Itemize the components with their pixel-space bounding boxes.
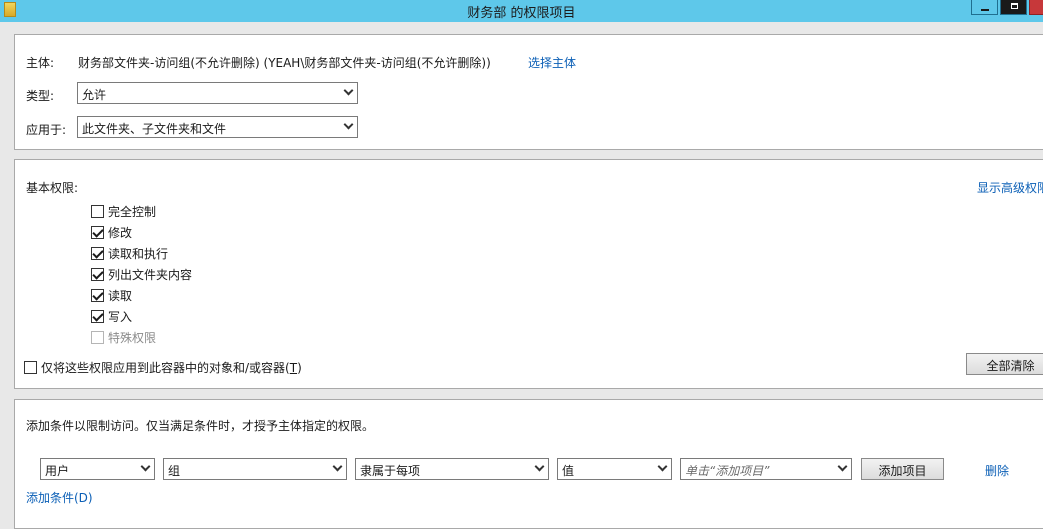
permission-checkbox[interactable] [91,268,104,281]
permission-checkbox[interactable] [91,289,104,302]
title-bar: 财务部 的权限项目 [0,0,1043,22]
permission-checkbox[interactable] [91,247,104,260]
attribute-value: 组 [168,464,181,478]
basic-permissions-label: 基本权限: [26,181,79,195]
add-items-button[interactable]: 添加项目 [861,458,944,480]
principal-label: 主体: [26,56,55,70]
type-label: 类型: [26,89,55,103]
applies-to-select-value: 此文件夹、子文件夹和文件 [82,122,227,136]
add-condition-link[interactable]: 添加条件(D) [26,489,93,506]
permission-label: 写入 [108,310,133,324]
permission-label: 特殊权限 [108,331,157,345]
chevron-down-icon [343,85,354,96]
chevron-down-icon [343,119,354,130]
value-placeholder: 单击“添加项目” [685,464,770,478]
permission-label: 读取 [108,289,133,303]
maximize-button[interactable] [1000,0,1027,15]
permission-checkbox[interactable] [91,226,104,239]
chevron-down-icon [332,461,343,472]
chevron-down-icon [657,461,668,472]
attribute-class-value: 用户 [45,464,70,478]
attribute-class-select[interactable]: 用户 [40,458,155,480]
chevron-down-icon [837,461,848,472]
principal-value: 财务部文件夹-访问组(不允许删除) (YEAH\财务部文件夹-访问组(不允许删除… [78,56,491,70]
applies-to-label: 应用于: [26,123,67,137]
chevron-down-icon [140,461,151,472]
show-advanced-permissions-link[interactable]: 显示高级权限 [977,179,1043,196]
permission-label: 修改 [108,226,133,240]
type-select-value: 允许 [82,88,107,102]
permission-label: 列出文件夹内容 [108,268,193,282]
permission-checkbox [91,331,104,344]
type-select[interactable]: 允许 [77,82,358,104]
basic-permissions-panel: 基本权限: 显示高级权限 完全控制 修改 读取和执行 列出文件夹内容 读取 写入 特殊权限 … [14,159,1043,389]
permission-checkbox[interactable] [91,310,104,323]
conditions-description: 添加条件以限制访问。仅当满足条件时，才授予主体指定的权限。 [26,419,375,433]
maximize-icon [1011,3,1018,9]
attribute-select[interactable]: 组 [163,458,347,480]
operator-value: 隶属于每项 [360,464,421,478]
conditions-panel: 添加条件以限制访问。仅当满足条件时，才授予主体指定的权限。 用户 组 隶属于每项… [14,399,1043,529]
principal-panel: 主体: 财务部文件夹-访问组(不允许删除) (YEAH\财务部文件夹-访问组(不… [14,34,1043,150]
value-type-select[interactable]: 值 [557,458,672,480]
select-principal-link[interactable]: 选择主体 [528,54,576,71]
permission-label: 完全控制 [108,205,157,219]
permission-checkbox[interactable] [91,205,104,218]
window-title: 财务部 的权限项目 [467,6,576,21]
permission-label: 读取和执行 [108,247,169,261]
close-button[interactable] [1029,0,1043,15]
minimize-icon [981,9,989,11]
remove-condition-link[interactable]: 删除 [985,462,1009,479]
minimize-button[interactable] [971,0,998,15]
value-select[interactable]: 单击“添加项目” [680,458,852,480]
value-type-value: 值 [562,464,575,478]
operator-select[interactable]: 隶属于每项 [355,458,549,480]
apply-only-label: 仅将这些权限应用到此容器中的对象和/或容器(T) [41,361,302,375]
clear-all-button[interactable]: 全部清除 [966,353,1043,375]
apply-only-checkbox[interactable] [24,361,37,374]
applies-to-select[interactable]: 此文件夹、子文件夹和文件 [77,116,358,138]
chevron-down-icon [534,461,545,472]
